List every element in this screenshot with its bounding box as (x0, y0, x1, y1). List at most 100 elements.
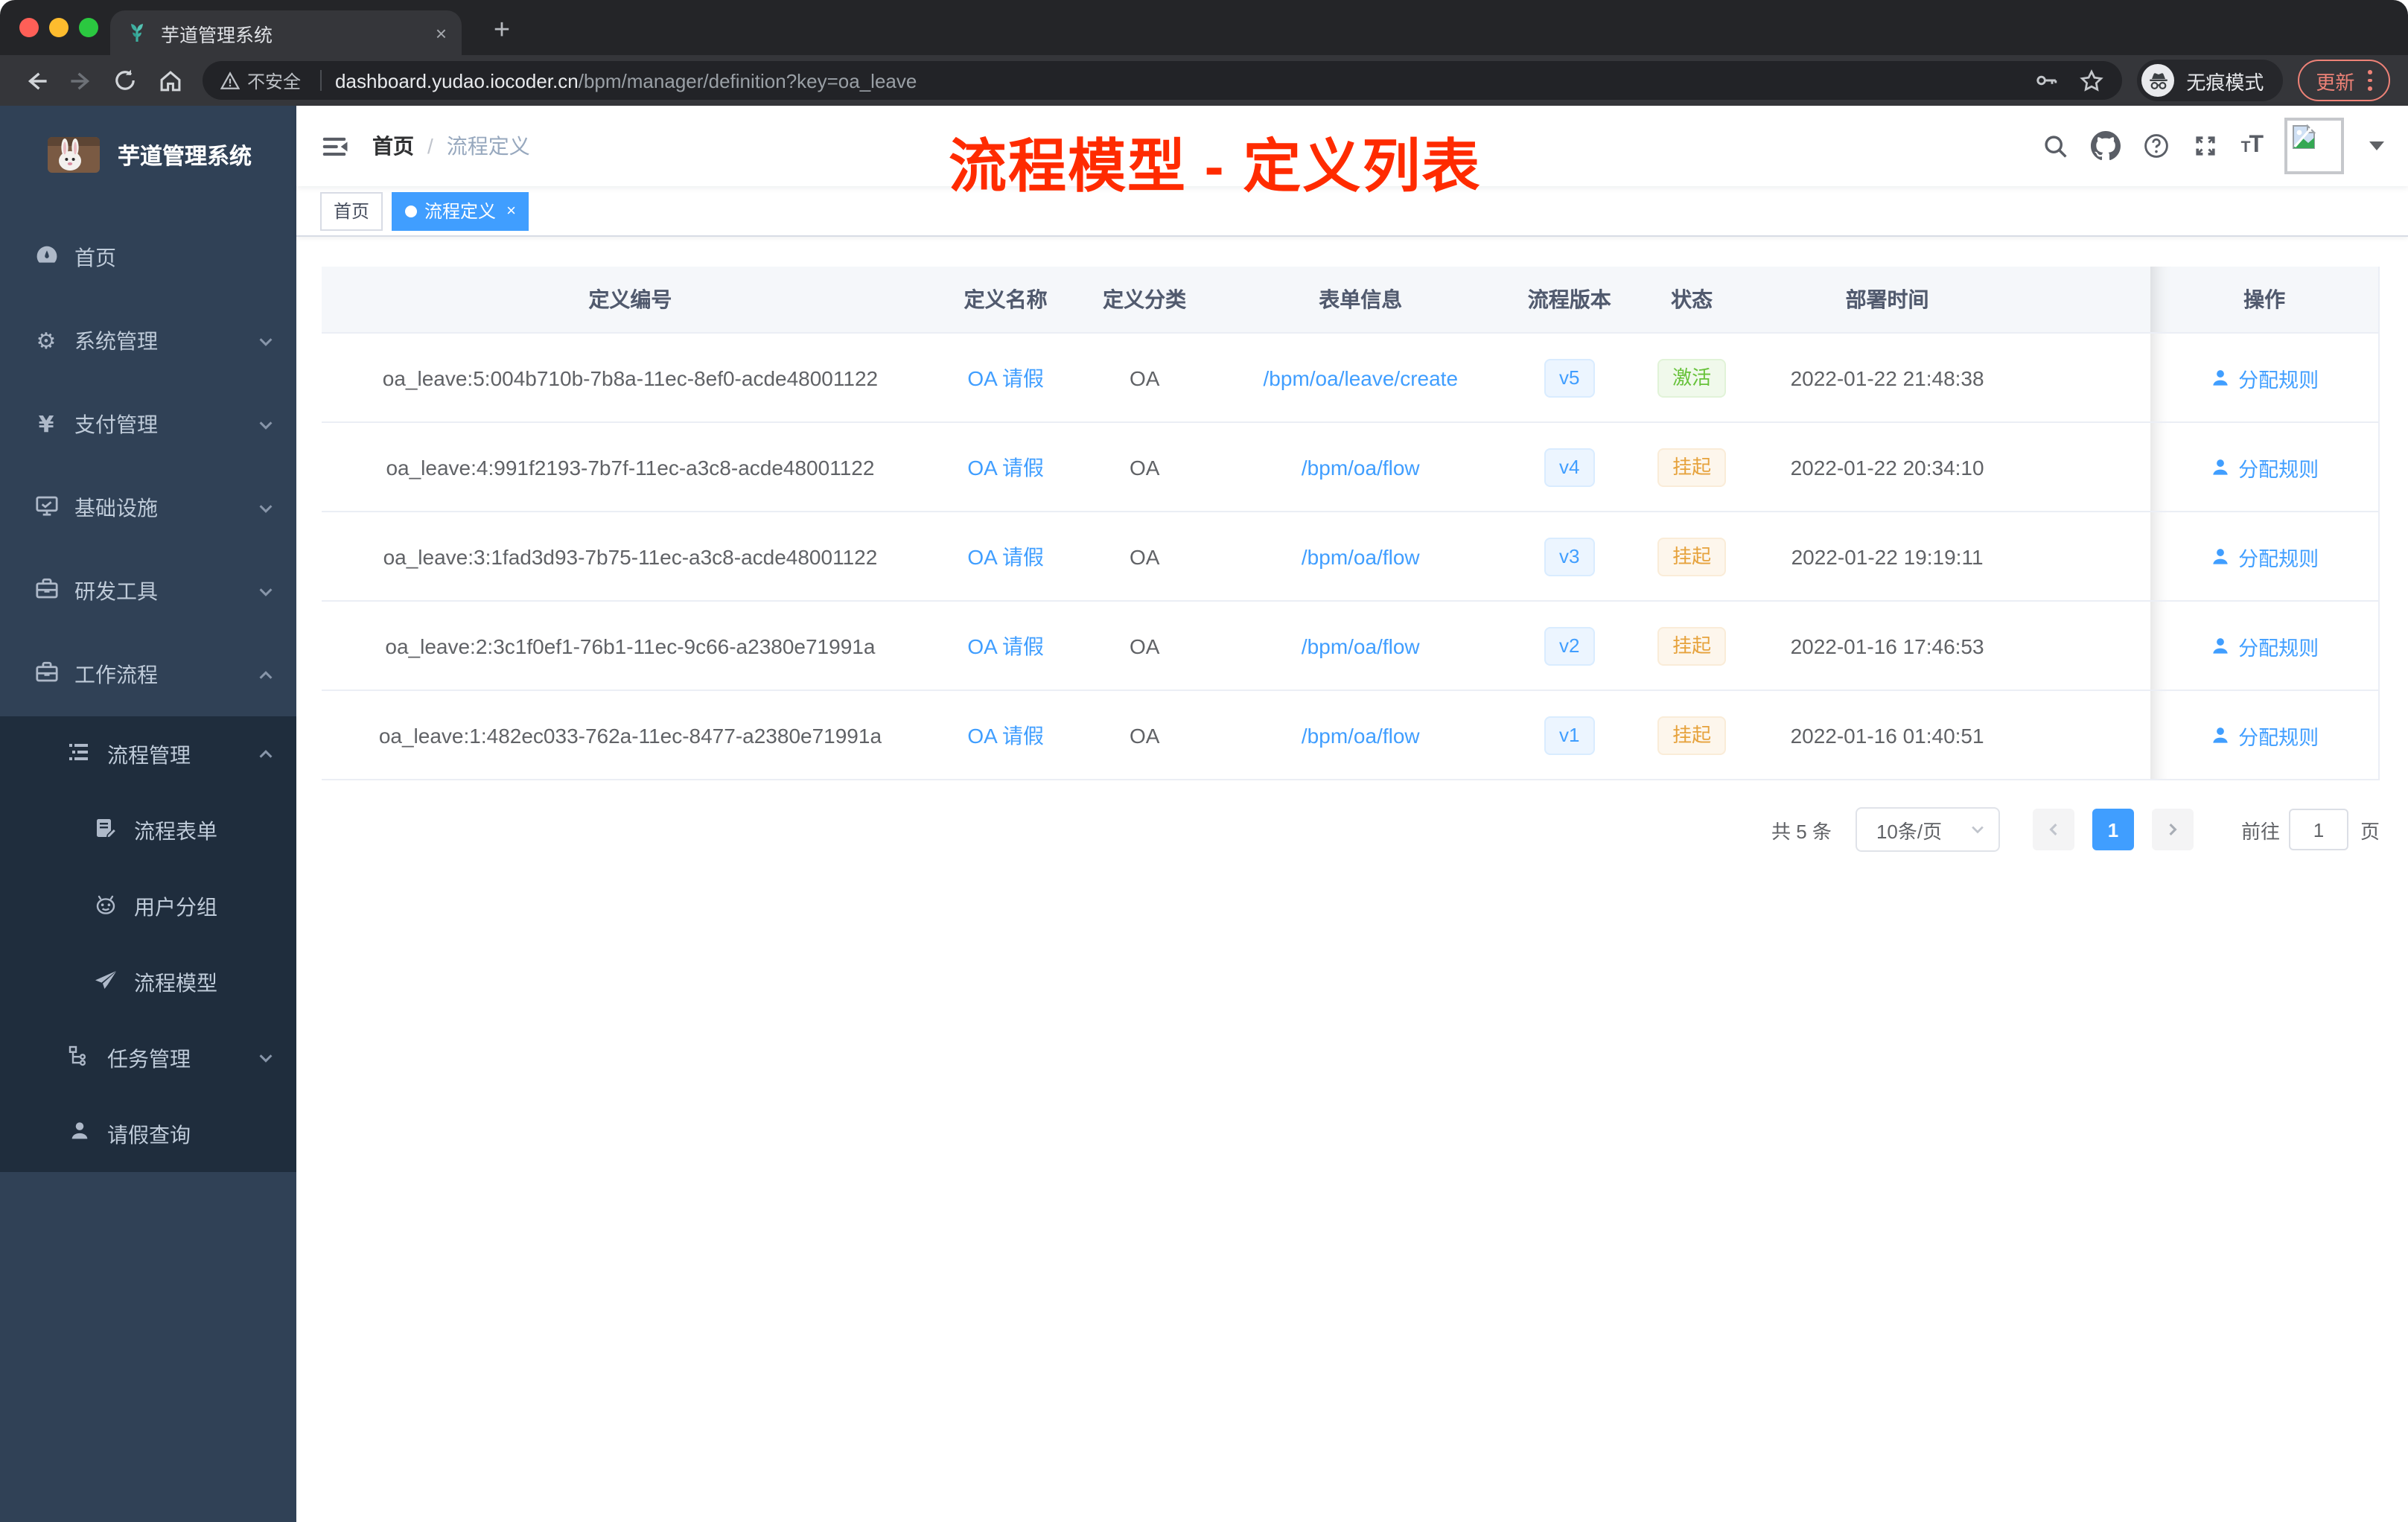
user-icon (2213, 727, 2228, 742)
tag-close-icon[interactable]: × (506, 193, 516, 229)
page-url: dashboard.yudao.iocoder.cn/bpm/manager/d… (335, 69, 917, 92)
tab-title: 芋道管理系统 (161, 25, 273, 45)
definition-table: 定义编号 定义名称 定义分类 表单信息 流程版本 状态 部署时间 操作 oa_l… (322, 267, 2380, 780)
sidebar-item-process-model[interactable]: 流程模型 (0, 944, 296, 1020)
user-icon (2213, 637, 2228, 653)
sidebar-item-home[interactable]: 首页 (0, 216, 296, 299)
tag-home[interactable]: 首页 (320, 191, 383, 230)
not-secure-label: 不安全 (247, 71, 302, 92)
sidebar-item-dev-tools[interactable]: 研发工具 (0, 550, 296, 633)
sidebar-item-label: 首页 (74, 246, 116, 270)
col-status: 状态 (1634, 267, 1750, 334)
incognito-mode-chip: 无痕模式 (2137, 60, 2284, 101)
incognito-icon (2141, 64, 2175, 97)
font-size-icon[interactable]: TT (2241, 133, 2264, 159)
paper-plane-icon (92, 967, 119, 997)
sidebar-item-payment[interactable]: ¥ 支付管理 (0, 383, 296, 466)
assign-rule-link[interactable]: 分配规则 (2210, 631, 2319, 660)
sidebar-item-workflow[interactable]: 工作流程 (0, 633, 296, 716)
help-icon[interactable] (2143, 133, 2170, 159)
goto-page-input[interactable] (2288, 809, 2348, 850)
page-unit-label: 页 (2360, 820, 2380, 842)
assign-rule-link[interactable]: 分配规则 (2210, 541, 2319, 571)
chevron-left-icon (2049, 824, 2057, 835)
current-page-button[interactable]: 1 (2092, 809, 2134, 850)
cell-deploy-time: 2022-01-16 17:46:53 (1749, 601, 2025, 691)
active-tag-dot (405, 205, 418, 217)
app-title: 芋道管理系统 (118, 144, 252, 169)
tag-process-definition[interactable]: 流程定义 × (392, 191, 529, 230)
back-button[interactable] (18, 63, 54, 98)
toolbox-icon (33, 576, 60, 607)
avatar-caret-icon[interactable] (2369, 141, 2384, 150)
version-badge: v1 (1544, 716, 1595, 754)
workflow-submenu: 流程管理 流程表单 用户分组 流程模型 任务管理 请假查询 (0, 716, 296, 1172)
breadcrumb-home[interactable]: 首页 (372, 131, 414, 161)
close-window-button[interactable] (19, 18, 39, 37)
sidebar-logo[interactable]: 芋道管理系统 (0, 106, 296, 192)
list-tree-icon (66, 739, 92, 769)
browser-toolbar: 不安全 dashboard.yudao.iocoder.cn/bpm/manag… (0, 55, 2408, 106)
monitor-icon (33, 492, 60, 523)
prev-page-button[interactable] (2032, 809, 2074, 850)
assign-rule-link[interactable]: 分配规则 (2210, 452, 2319, 482)
table-row: oa_leave:5:004b710b-7b8a-11ec-8ef0-acde4… (322, 333, 2380, 423)
chevron-up-icon (256, 745, 275, 764)
user-avatar[interactable] (2284, 118, 2344, 174)
assign-rule-link[interactable]: 分配规则 (2210, 363, 2319, 392)
bookmark-star-icon[interactable] (2079, 68, 2104, 93)
sidebar-item-task-management[interactable]: 任务管理 (0, 1020, 296, 1096)
assign-rule-link[interactable]: 分配规则 (2210, 720, 2319, 750)
cell-definition-id: oa_leave:2:3c1f0ef1-76b1-11ec-9c66-a2380… (322, 601, 939, 691)
sidebar-item-infrastructure[interactable]: 基础设施 (0, 466, 296, 550)
fullscreen-icon[interactable] (2192, 133, 2219, 159)
minimize-window-button[interactable] (49, 18, 69, 37)
browser-update-button[interactable]: 更新 (2298, 60, 2390, 101)
home-button[interactable] (152, 63, 188, 98)
definition-name-link[interactable]: OA 请假 (967, 723, 1044, 747)
update-label: 更新 (2316, 71, 2355, 93)
sidebar-collapse-icon[interactable] (320, 132, 348, 160)
version-badge: v5 (1544, 358, 1595, 397)
browser-menu-icon[interactable] (2368, 70, 2372, 91)
sidebar-item-system[interactable]: ⚙ 系统管理 (0, 299, 296, 383)
col-process-version: 流程版本 (1504, 267, 1634, 334)
page-size-select[interactable]: 10条/页 (1855, 807, 2000, 852)
address-bar[interactable]: 不安全 dashboard.yudao.iocoder.cn/bpm/manag… (203, 61, 2123, 100)
definition-name-link[interactable]: OA 请假 (967, 544, 1044, 568)
form-link[interactable]: /bpm/oa/flow (1302, 634, 1420, 657)
table-row: oa_leave:1:482ec033-762a-11ec-8477-a2380… (322, 690, 2380, 780)
user-icon (2213, 548, 2228, 564)
form-link[interactable]: /bpm/oa/flow (1302, 455, 1420, 479)
sidebar-item-process-form[interactable]: 流程表单 (0, 792, 296, 868)
definition-name-link[interactable]: OA 请假 (967, 455, 1044, 479)
password-key-icon[interactable] (2034, 69, 2058, 92)
col-definition-category: 定义分类 (1072, 267, 1217, 334)
url-divider (320, 70, 322, 91)
browser-tab[interactable]: 芋道管理系统 × (110, 10, 462, 55)
form-link[interactable]: /bpm/oa/leave/create (1264, 366, 1459, 389)
forward-button[interactable] (63, 63, 98, 98)
reload-button[interactable] (107, 63, 143, 98)
next-page-button[interactable] (2151, 809, 2194, 850)
cell-definition-id: oa_leave:1:482ec033-762a-11ec-8477-a2380… (322, 690, 939, 780)
new-tab-button[interactable]: + (482, 12, 521, 51)
sidebar-item-user-group[interactable]: 用户分组 (0, 868, 296, 944)
sidebar-item-label: 基础设施 (74, 496, 158, 520)
zoom-window-button[interactable] (79, 18, 98, 37)
definition-name-link[interactable]: OA 请假 (967, 366, 1044, 389)
github-icon[interactable] (2090, 131, 2121, 161)
sidebar-item-leave-query[interactable]: 请假查询 (0, 1096, 296, 1172)
cell-deploy-time: 2022-01-22 20:34:10 (1749, 422, 2025, 512)
definition-name-link[interactable]: OA 请假 (967, 634, 1044, 657)
cell-definition-id: oa_leave:4:991f2193-7b7f-11ec-a3c8-acde4… (322, 422, 939, 512)
form-link[interactable]: /bpm/oa/flow (1302, 723, 1420, 747)
col-definition-id: 定义编号 (322, 267, 939, 334)
sidebar-item-process-management[interactable]: 流程管理 (0, 716, 296, 792)
sidebar-item-label: 流程管理 (107, 742, 191, 766)
sidebar-item-label: 系统管理 (74, 329, 158, 353)
form-link[interactable]: /bpm/oa/flow (1302, 544, 1420, 568)
search-icon[interactable] (2042, 133, 2068, 159)
chevron-down-icon (256, 331, 275, 351)
tab-close-icon[interactable]: × (436, 22, 447, 44)
